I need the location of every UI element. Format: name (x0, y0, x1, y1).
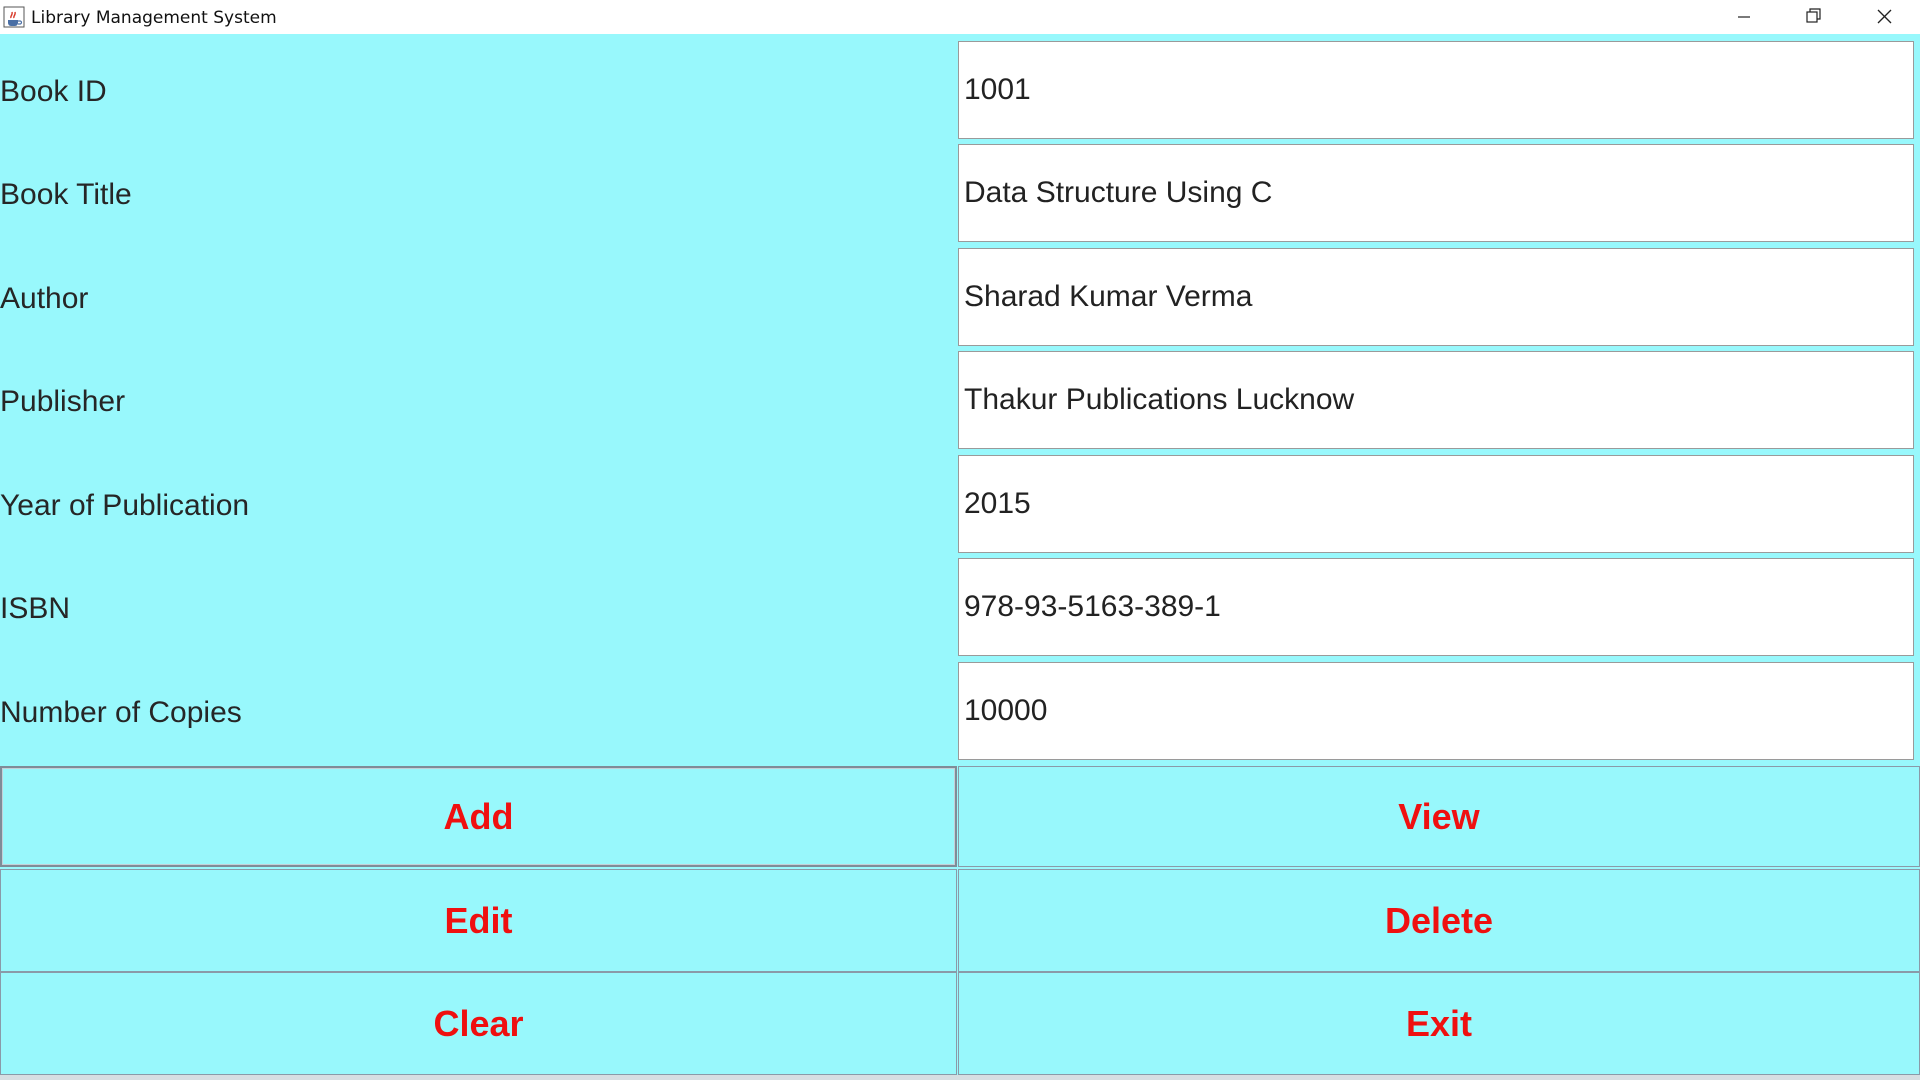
window-title: Library Management System (31, 8, 277, 28)
year-of-publication-label: Year of Publication (0, 489, 250, 522)
publisher-label: Publisher (0, 385, 126, 418)
close-icon[interactable] (1848, 0, 1918, 34)
isbn-field[interactable] (958, 558, 1914, 656)
java-cup-icon (3, 6, 25, 28)
book-title-label: Book Title (0, 178, 132, 211)
restore-icon[interactable] (1779, 0, 1849, 34)
minimize-icon[interactable] (1709, 0, 1779, 34)
book-title-field[interactable] (958, 144, 1914, 242)
book-id-field[interactable] (958, 41, 1914, 139)
app-window: Library Management System Book ID Book T… (0, 0, 1920, 1080)
publisher-field[interactable] (958, 351, 1914, 449)
window-bottom-edge (0, 1075, 1920, 1080)
book-id-label: Book ID (0, 75, 107, 108)
view-button[interactable]: View (958, 766, 1920, 867)
year-of-publication-field[interactable] (958, 455, 1914, 553)
author-label: Author (0, 282, 89, 315)
edit-button[interactable]: Edit (0, 869, 957, 972)
number-of-copies-label: Number of Copies (0, 696, 242, 729)
isbn-label: ISBN (0, 592, 71, 625)
clear-button[interactable]: Clear (0, 972, 957, 1075)
delete-button[interactable]: Delete (958, 869, 1920, 972)
form-panel: Book ID Book Title Author Publisher Year… (0, 34, 1920, 1080)
exit-button[interactable]: Exit (958, 972, 1920, 1075)
title-bar: Library Management System (0, 0, 1920, 35)
number-of-copies-field[interactable] (958, 662, 1914, 760)
author-field[interactable] (958, 248, 1914, 346)
add-button[interactable]: Add (0, 766, 957, 867)
